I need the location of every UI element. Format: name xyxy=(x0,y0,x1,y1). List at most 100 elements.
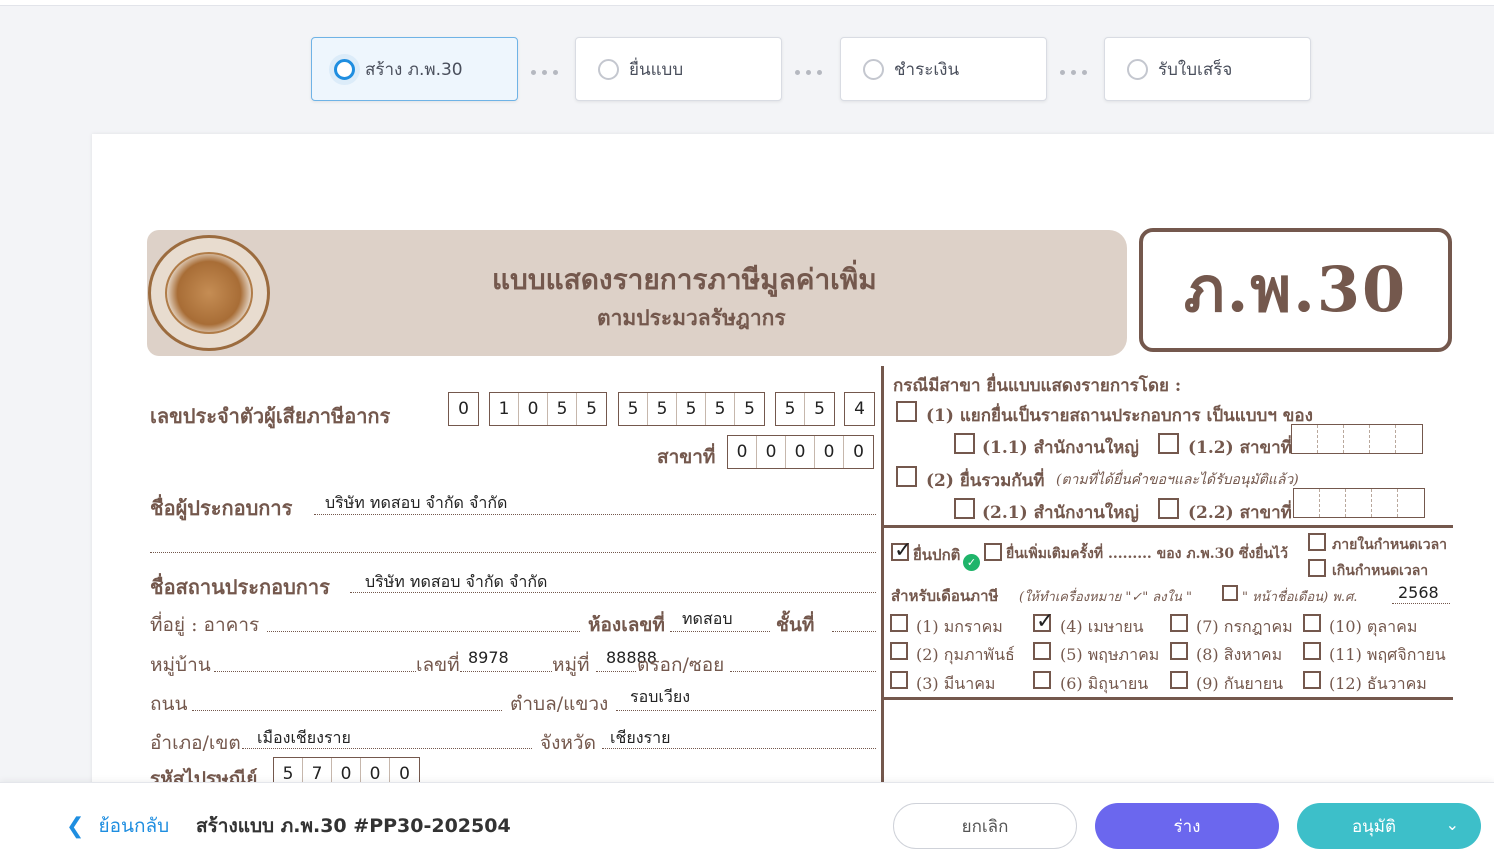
step-connector xyxy=(528,64,561,78)
step-radio-icon xyxy=(1127,58,1148,80)
step-connector xyxy=(792,64,825,78)
step-label: รับใบเสร็จ xyxy=(1158,59,1233,80)
opt-1-label: (1) แยกยื่นเป็นรายสถานประกอบการ เป็นแบบฯ… xyxy=(926,406,1313,426)
operator-name-field[interactable]: บริษัท ทดสอบ จำกัด จำกัด xyxy=(325,491,507,516)
month-label: (1) มกราคม xyxy=(916,617,1003,636)
business-name-field[interactable]: บริษัท ทดสอบ จำกัด จำกัด xyxy=(365,570,547,595)
subdistrict-label: ตำบล/แขวง xyxy=(510,693,609,715)
chevron-down-icon[interactable]: ⌄ xyxy=(1446,815,1459,834)
form-paper: แบบแสดงรายการภาษีมูลค่าเพิ่ม ตามประมวลรั… xyxy=(92,134,1494,794)
road-label: ถนน xyxy=(150,693,188,715)
step-create[interactable]: สร้าง ภ.พ.30 xyxy=(311,37,518,101)
soi-label: ตรอก/ซอย xyxy=(637,654,725,676)
approve-button[interactable]: อนุมัติ ⌄ xyxy=(1297,803,1481,849)
step-radio-icon xyxy=(863,58,884,80)
draft-button[interactable]: ร่าง xyxy=(1095,803,1279,849)
step-label: ยื่นแบบ xyxy=(629,59,684,80)
back-label: ย้อนกลับ xyxy=(98,815,170,837)
month-label: (12) ธันวาคม xyxy=(1329,674,1427,693)
opt-2-1-label: (2.1) สำนักงานใหญ่ xyxy=(982,503,1139,523)
opt-2-2-branch-field[interactable] xyxy=(1293,488,1425,518)
room-field[interactable]: ทดสอบ xyxy=(682,607,732,632)
step-radio-icon xyxy=(598,58,619,80)
month-label: (9) กันยายน xyxy=(1196,674,1284,693)
step-receipt[interactable]: รับใบเสร็จ xyxy=(1104,37,1311,101)
province-field[interactable]: เชียงราย xyxy=(610,726,670,751)
tax-id-group-2[interactable]: 1055 xyxy=(489,392,607,426)
past-deadline-label: เกินกำหนดเวลา xyxy=(1332,563,1429,579)
month-label: (4) เมษายน xyxy=(1060,617,1144,636)
month-label: (2) กุมภาพันธ์ xyxy=(916,645,1015,664)
back-button[interactable]: ❮ ย้อนกลับ xyxy=(66,811,169,841)
normal-filing-label: ยื่นปกติ xyxy=(913,546,961,564)
divider xyxy=(881,366,884,794)
month-checkbox[interactable] xyxy=(1170,671,1188,689)
tax-id-label: เลขประจำตัวผู้เสียภาษีอากร xyxy=(150,404,391,428)
floor-label: ชั้นที่ xyxy=(776,614,815,636)
additional-filing-checkbox[interactable] xyxy=(984,543,1002,561)
opt-1-1-checkbox[interactable] xyxy=(954,433,975,454)
month-label: (5) พฤษภาคม xyxy=(1060,645,1160,664)
month-checkbox[interactable] xyxy=(1303,642,1321,660)
tax-id-group-4[interactable]: 55 xyxy=(775,392,835,426)
tax-id-group-1[interactable]: 0 xyxy=(448,392,479,426)
step-connector xyxy=(1057,64,1090,78)
month-checkbox[interactable] xyxy=(1033,671,1051,689)
month-label: (8) สิงหาคม xyxy=(1196,645,1283,664)
cancel-button[interactable]: ยกเลิก xyxy=(893,803,1077,849)
month-checkbox[interactable] xyxy=(1170,614,1188,632)
opt-2-1-checkbox[interactable] xyxy=(954,498,975,519)
tax-id-group-3[interactable]: 55555 xyxy=(618,392,765,426)
opt-2-checkbox[interactable] xyxy=(896,466,917,487)
revenue-department-seal xyxy=(148,235,270,351)
step-label: สร้าง ภ.พ.30 xyxy=(365,59,463,80)
chevron-left-icon: ❮ xyxy=(66,813,85,839)
opt-2-2-checkbox[interactable] xyxy=(1158,498,1179,519)
month-checkbox[interactable] xyxy=(1033,609,1054,634)
document-title: สร้างแบบ ภ.พ.30 #PP30-202504 xyxy=(196,815,511,837)
district-field[interactable]: เมืองเชียงราย xyxy=(257,726,351,751)
step-radio-icon xyxy=(334,58,355,80)
branch-label: สาขาที่ xyxy=(657,446,716,468)
tax-year-field[interactable]: 2568 xyxy=(1398,583,1439,602)
opt-1-2-label: (1.2) สาขาที่ xyxy=(1188,438,1292,458)
month-label: (11) พฤศจิกายน xyxy=(1329,645,1446,664)
opt-1-checkbox[interactable] xyxy=(896,401,917,422)
past-deadline-checkbox[interactable] xyxy=(1308,559,1326,577)
month-checkbox[interactable] xyxy=(1170,642,1188,660)
step-payment[interactable]: ชำระเงิน xyxy=(840,37,1047,101)
branch-number[interactable]: 00000 xyxy=(727,435,874,469)
district-label: อำเภอ/เขต xyxy=(150,732,241,754)
top-bar xyxy=(0,0,1494,6)
province-label: จังหวัด xyxy=(540,732,596,754)
month-checkbox[interactable] xyxy=(890,614,908,632)
divider xyxy=(884,525,1453,528)
form-subtitle: ตามประมวลรัษฎากร xyxy=(597,305,786,330)
opt-1-1-label: (1.1) สำนักงานใหญ่ xyxy=(982,438,1139,458)
tax-month-note-2: " หน้าชื่อเดือน) พ.ศ. xyxy=(1242,590,1358,605)
step-submit[interactable]: ยื่นแบบ xyxy=(575,37,782,101)
within-deadline-checkbox[interactable] xyxy=(1308,533,1326,551)
month-checkbox[interactable] xyxy=(1303,614,1321,632)
month-checkbox[interactable] xyxy=(890,642,908,660)
sample-checkbox-icon xyxy=(1222,585,1238,601)
month-checkbox[interactable] xyxy=(1303,671,1321,689)
house-no-field[interactable]: 8978 xyxy=(468,648,509,667)
step-label: ชำระเงิน xyxy=(894,59,960,80)
additional-filing-label: ยื่นเพิ่มเติมครั้งที่ ......... ของ ภ.พ.… xyxy=(1006,546,1288,562)
form-title: แบบแสดงรายการภาษีมูลค่าเพิ่ม xyxy=(492,263,877,296)
month-checkbox[interactable] xyxy=(1033,642,1051,660)
normal-filing-checkbox[interactable] xyxy=(891,538,912,563)
subdistrict-field[interactable]: รอบเวียง xyxy=(630,685,690,710)
month-checkbox[interactable] xyxy=(890,671,908,689)
tax-id-group-5[interactable]: 4 xyxy=(844,392,875,426)
opt-1-2-branch-field[interactable] xyxy=(1291,424,1423,454)
form-code: ภ.พ.30 xyxy=(1139,228,1452,352)
divider xyxy=(884,697,1453,700)
opt-1-2-checkbox[interactable] xyxy=(1158,433,1179,454)
month-label: (3) มีนาคม xyxy=(916,674,996,693)
check-circle-icon: ✓ xyxy=(963,554,980,571)
moo-label: หมู่ที่ xyxy=(552,654,590,676)
room-label: ห้องเลขที่ xyxy=(588,614,665,636)
village-label: หมู่บ้าน xyxy=(150,654,211,676)
